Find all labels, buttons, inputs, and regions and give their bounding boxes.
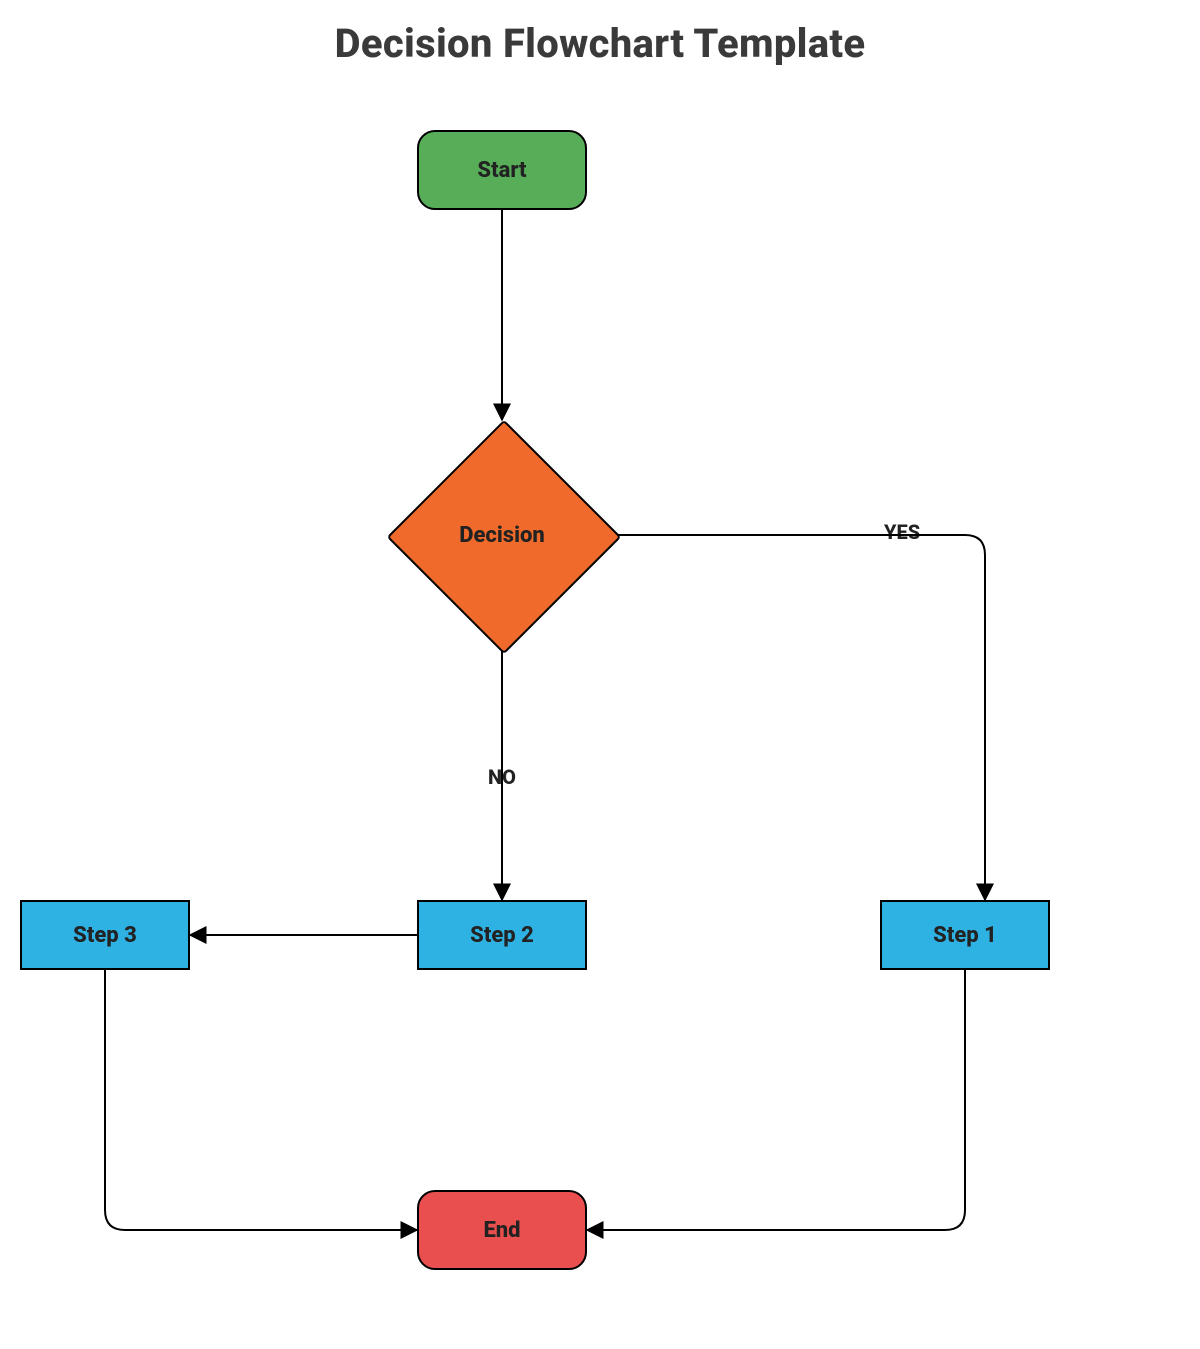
edge-label-yes: YES	[880, 520, 924, 544]
end-node[interactable]: End	[417, 1190, 587, 1270]
edge-step3-to-end	[105, 970, 417, 1230]
step-1-node[interactable]: Step 1	[880, 900, 1050, 970]
step-3-node[interactable]: Step 3	[20, 900, 190, 970]
edge-label-no: NO	[484, 765, 520, 789]
page-title: Decision Flowchart Template	[0, 20, 1200, 67]
step-2-node[interactable]: Step 2	[417, 900, 587, 970]
connectors	[0, 0, 1200, 1349]
decision-node[interactable]: Decision	[387, 420, 617, 650]
edge-decision-yes-to-step1	[617, 535, 985, 900]
edge-step1-to-end	[587, 970, 965, 1230]
decision-label: Decision	[387, 420, 617, 650]
flowchart-canvas: Decision Flowchart Template Start Decisi…	[0, 0, 1200, 1349]
start-node[interactable]: Start	[417, 130, 587, 210]
